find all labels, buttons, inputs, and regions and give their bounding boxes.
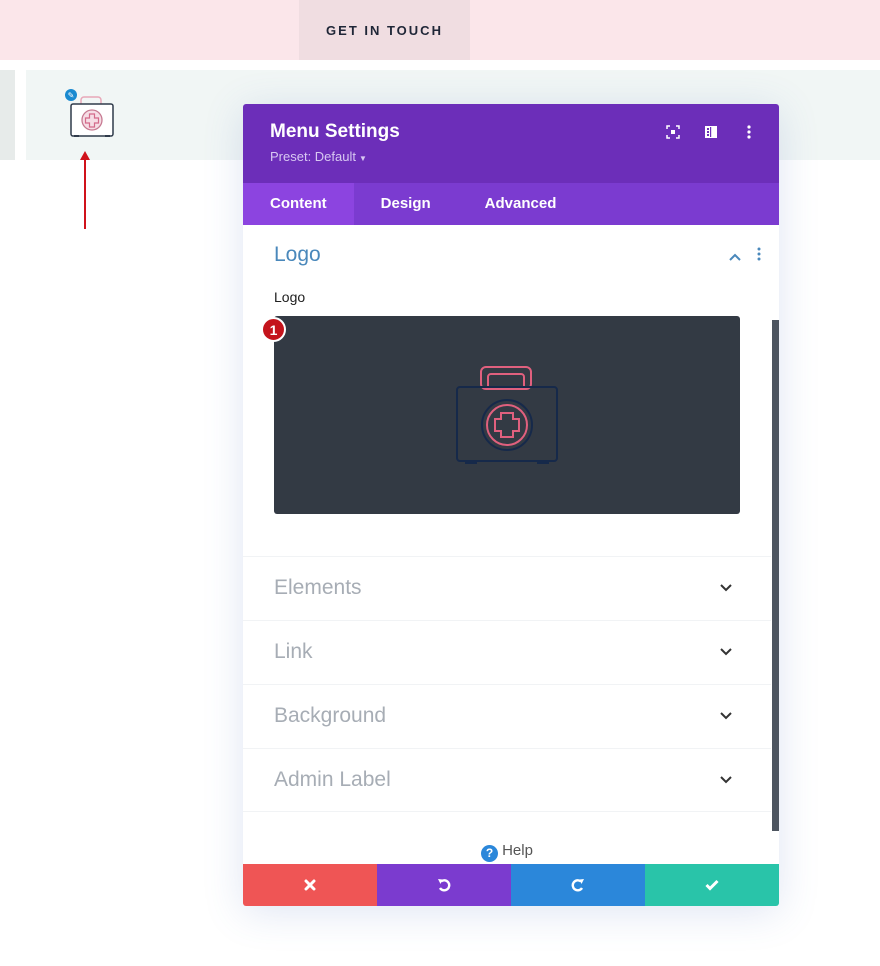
first-aid-kit-icon	[456, 366, 558, 464]
undo-icon	[438, 879, 451, 892]
chevron-up-icon[interactable]	[729, 248, 741, 264]
section-admin-label[interactable]: Admin Label	[243, 748, 771, 812]
step-badge: 1	[261, 317, 286, 342]
scrollbar[interactable]	[772, 320, 779, 831]
menu-settings-modal: Menu Settings Preset: Default ▼ Content D…	[243, 104, 779, 906]
tab-advanced[interactable]: Advanced	[458, 183, 584, 225]
modal-header: Menu Settings Preset: Default ▼	[243, 104, 779, 183]
chevron-down-icon	[720, 712, 732, 720]
section-elements-label: Elements	[274, 576, 362, 599]
help-label: Help	[502, 842, 533, 859]
split-view-icon[interactable]	[703, 124, 719, 140]
chevron-down-icon	[720, 776, 732, 784]
site-logo-first-aid-icon[interactable]	[68, 95, 116, 139]
close-icon	[304, 879, 316, 891]
tab-design[interactable]: Design	[354, 183, 458, 225]
redo-button[interactable]	[511, 864, 645, 906]
section-elements[interactable]: Elements	[243, 556, 771, 620]
section-background-label: Background	[274, 704, 387, 727]
preset-dropdown[interactable]: Preset: Default ▼	[270, 149, 752, 164]
get-in-touch-button[interactable]: GET IN TOUCH	[299, 0, 470, 60]
chevron-down-icon	[720, 648, 732, 656]
row-left-edge	[0, 70, 15, 160]
modal-body: Logo Logo 1 Elements Link Background Adm…	[243, 225, 779, 864]
help-link[interactable]: ? Help	[243, 842, 771, 862]
section-admin-label-label: Admin Label	[274, 768, 391, 791]
logo-section-header[interactable]: Logo	[243, 225, 779, 287]
save-button[interactable]	[645, 864, 779, 906]
preset-label: Preset: Default	[270, 149, 356, 164]
check-icon	[705, 879, 719, 891]
discard-button[interactable]	[243, 864, 377, 906]
pointer-arrow-icon	[80, 151, 90, 229]
expand-icon[interactable]	[665, 124, 681, 140]
redo-icon	[571, 879, 584, 892]
section-link-label: Link	[274, 640, 313, 663]
section-link[interactable]: Link	[243, 620, 771, 684]
logo-field-label: Logo	[274, 289, 306, 305]
section-options-icon[interactable]	[757, 247, 761, 264]
more-options-icon[interactable]	[741, 124, 757, 140]
section-background[interactable]: Background	[243, 684, 771, 748]
tab-content[interactable]: Content	[243, 183, 354, 225]
undo-button[interactable]	[377, 864, 511, 906]
logo-upload-preview[interactable]	[274, 316, 740, 514]
modal-footer	[243, 864, 779, 906]
site-header-bar: GET IN TOUCH	[0, 0, 880, 60]
caret-down-icon: ▼	[359, 154, 367, 163]
help-icon: ?	[481, 844, 499, 862]
logo-section-title: Logo	[274, 243, 321, 266]
modal-tabs: Content Design Advanced	[243, 183, 779, 225]
chevron-down-icon	[720, 584, 732, 592]
